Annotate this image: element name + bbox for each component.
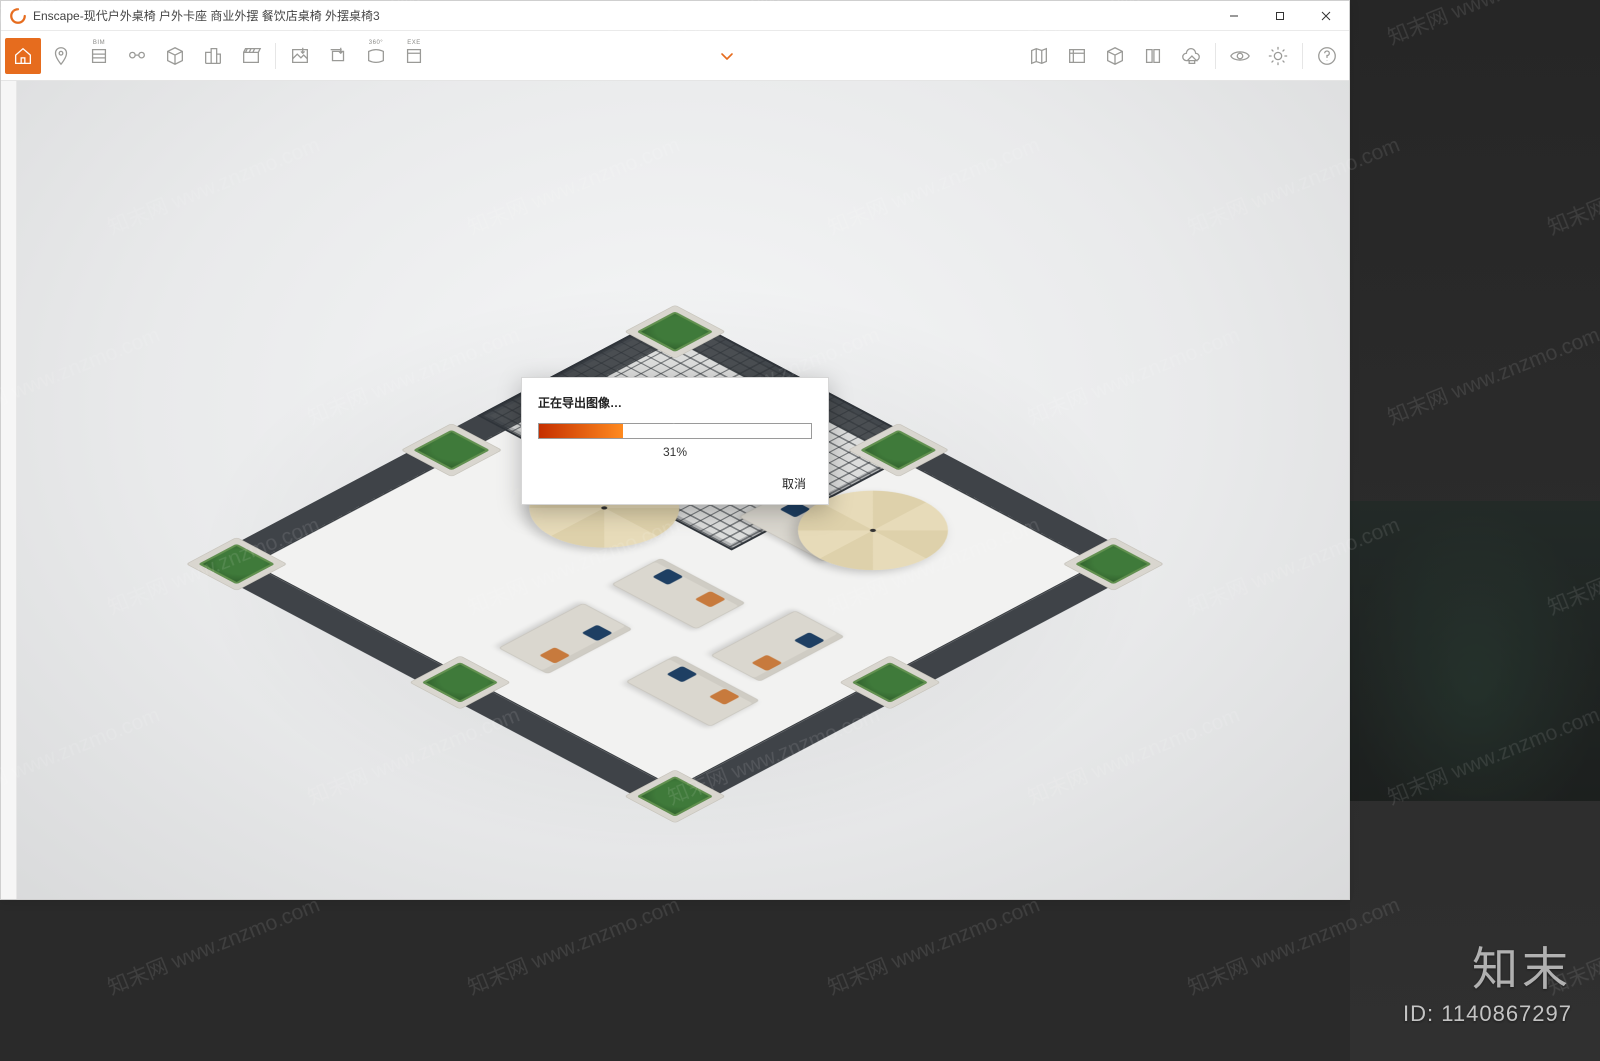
window-minimize-button[interactable] bbox=[1211, 1, 1257, 30]
site-watermark-text: 知末网 www.znzmo.com bbox=[463, 889, 684, 1002]
scene-ground-shadow bbox=[155, 258, 1195, 878]
settings-gear-icon[interactable] bbox=[1260, 38, 1296, 74]
batch-export-icon[interactable] bbox=[320, 38, 356, 74]
binoculars-icon[interactable] bbox=[119, 38, 155, 74]
window-title-app: Enscape bbox=[33, 9, 80, 23]
scene-planter bbox=[409, 655, 511, 709]
export-exe-icon[interactable]: EXE bbox=[396, 38, 432, 74]
map-icon[interactable] bbox=[1021, 38, 1057, 74]
toolbar-separator bbox=[275, 43, 276, 69]
toolbar-separator bbox=[1302, 43, 1303, 69]
bim-manage-icon-badge: BIM bbox=[93, 40, 105, 46]
left-gutter-panel bbox=[1, 81, 17, 899]
export-progress-fill bbox=[539, 424, 623, 438]
clapperboard-icon[interactable] bbox=[233, 38, 269, 74]
window-maximize-button[interactable] bbox=[1257, 1, 1303, 30]
enscape-app-icon bbox=[9, 7, 27, 25]
buildings-icon[interactable] bbox=[195, 38, 231, 74]
scene-planter bbox=[624, 305, 726, 359]
toolbar-collapse-handle[interactable] bbox=[710, 49, 744, 63]
export-progress-percent: 31% bbox=[538, 445, 812, 459]
scene-planter bbox=[186, 537, 288, 591]
site-watermark-text: 知末网 www.znzmo.com bbox=[103, 889, 324, 1002]
render-viewport[interactable]: 正在导出图像… 31% 取消 bbox=[1, 81, 1349, 899]
export-cancel-button[interactable]: 取消 bbox=[776, 473, 812, 494]
scene-planter bbox=[848, 423, 950, 477]
scene-sofa bbox=[710, 610, 844, 681]
enscape-window: Enscape - 现代户外桌椅 户外卡座 商业外摆 餐饮店桌椅 外摆桌椅3 B… bbox=[0, 0, 1350, 900]
page-root: Enscape - 现代户外桌椅 户外卡座 商业外摆 餐饮店桌椅 外摆桌椅3 B… bbox=[0, 0, 1600, 1061]
window-title-document: 现代户外桌椅 户外卡座 商业外摆 餐饮店桌椅 外摆桌椅3 bbox=[84, 7, 380, 24]
bim-manage-icon[interactable]: BIM bbox=[81, 38, 117, 74]
pin-location-icon[interactable] bbox=[43, 38, 79, 74]
window-controls bbox=[1211, 1, 1349, 30]
package-icon[interactable] bbox=[1097, 38, 1133, 74]
home-icon[interactable] bbox=[5, 38, 41, 74]
toolbar-separator bbox=[1215, 43, 1216, 69]
panorama-360-icon[interactable]: 360° bbox=[358, 38, 394, 74]
site-watermark-text: 知末网 www.znzmo.com bbox=[823, 889, 1044, 1002]
scene-sofa bbox=[626, 655, 760, 726]
export-progress-dialog: 正在导出图像… 31% 取消 bbox=[521, 377, 829, 505]
panorama-360-icon-badge: 360° bbox=[369, 40, 383, 46]
scene-planter bbox=[839, 655, 941, 709]
export-progress-bar bbox=[538, 423, 812, 439]
scene-planter bbox=[401, 423, 503, 477]
export-image-icon[interactable] bbox=[282, 38, 318, 74]
window-titlebar: Enscape - 现代户外桌椅 户外卡座 商业外摆 餐饮店桌椅 外摆桌椅3 bbox=[1, 1, 1349, 31]
compare-views-icon[interactable] bbox=[1135, 38, 1171, 74]
export-exe-icon-badge: EXE bbox=[407, 40, 421, 46]
scene-sofa bbox=[611, 558, 745, 629]
scene-sofa bbox=[498, 603, 632, 674]
cloud-upload-icon[interactable] bbox=[1173, 38, 1209, 74]
scene-3d bbox=[155, 146, 1195, 866]
view-cube-icon[interactable] bbox=[157, 38, 193, 74]
visual-settings-eye-icon[interactable] bbox=[1222, 38, 1258, 74]
help-icon[interactable] bbox=[1309, 38, 1345, 74]
asset-library-icon[interactable] bbox=[1059, 38, 1095, 74]
export-dialog-title: 正在导出图像… bbox=[538, 394, 812, 411]
scene-planter bbox=[1062, 537, 1164, 591]
gallery-side-strip bbox=[1350, 0, 1600, 1061]
scene-planter bbox=[624, 769, 726, 823]
window-close-button[interactable] bbox=[1303, 1, 1349, 30]
main-toolbar: BIM 360° EXE bbox=[1, 31, 1349, 81]
